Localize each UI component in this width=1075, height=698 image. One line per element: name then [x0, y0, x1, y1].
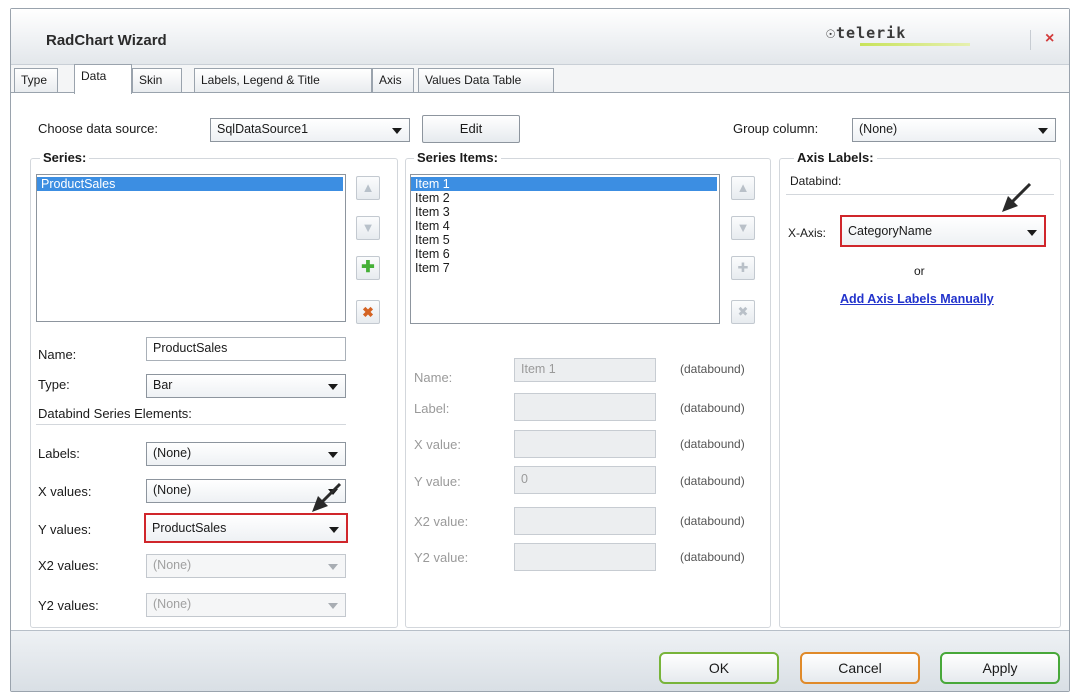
- axis-databind-label: Databind:: [790, 174, 842, 188]
- chevron-down-icon: [1038, 128, 1048, 134]
- add-icon: ✚: [731, 256, 755, 280]
- group-column-value: (None): [859, 122, 898, 136]
- yvalues-value: ProductSales: [152, 521, 227, 535]
- x2values-value: (None): [153, 558, 192, 572]
- databound-text: (databound): [680, 474, 745, 488]
- series-name-label: Name:: [38, 347, 77, 362]
- chevron-down-icon: [328, 603, 338, 609]
- axis-labels-title: Axis Labels:: [794, 150, 877, 165]
- item-y2value-label: Y2 value:: [414, 550, 469, 565]
- databound-text: (databound): [680, 401, 745, 415]
- x2values-combo: (None): [146, 554, 346, 578]
- databound-text: (databound): [680, 514, 745, 528]
- apply-button[interactable]: Apply: [940, 652, 1060, 684]
- item-xvalue-input: [514, 430, 656, 458]
- tab-skin[interactable]: Skin: [132, 68, 182, 92]
- item-label-input: [514, 393, 656, 421]
- datasource-value: SqlDataSource1: [217, 122, 309, 136]
- pointer-arrow-icon: [1002, 182, 1032, 212]
- item-xvalue-label: X value:: [414, 437, 461, 452]
- datasource-label: Choose data source:: [38, 121, 158, 136]
- y2values-combo: (None): [146, 593, 346, 617]
- list-item[interactable]: Item 2: [411, 191, 450, 205]
- y2values-label: Y2 values:: [38, 598, 99, 613]
- move-down-icon[interactable]: ▼: [356, 216, 380, 240]
- y2values-value: (None): [153, 597, 192, 611]
- chevron-down-icon: [329, 527, 339, 533]
- tab-axis[interactable]: Axis: [372, 68, 414, 92]
- item-y2value-input: [514, 543, 656, 571]
- yvalues-combo[interactable]: ProductSales: [144, 513, 348, 543]
- databound-text: (databound): [680, 550, 745, 564]
- tab-values-data-table[interactable]: Values Data Table: [418, 68, 554, 92]
- window-title: RadChart Wizard: [46, 32, 167, 49]
- tab-type[interactable]: Type: [14, 68, 58, 92]
- yvalues-label: Y values:: [38, 522, 92, 537]
- chevron-down-icon: [328, 564, 338, 570]
- databind-series-elements-label: Databind Series Elements:: [38, 406, 192, 421]
- list-item[interactable]: Item 1: [411, 177, 717, 191]
- item-name-input: Item 1: [514, 358, 656, 382]
- list-item[interactable]: Item 7: [411, 261, 450, 275]
- xvalues-value: (None): [153, 483, 192, 497]
- edit-button[interactable]: Edit: [422, 115, 520, 143]
- divider: [36, 424, 346, 425]
- tab-labels-legend-title[interactable]: Labels, Legend & Title: [194, 68, 372, 92]
- series-listbox[interactable]: ProductSales: [36, 174, 346, 322]
- series-title: Series:: [40, 150, 90, 165]
- list-item[interactable]: Item 3: [411, 205, 450, 219]
- xvalues-label: X values:: [38, 484, 92, 499]
- move-down-icon: ▼: [731, 216, 755, 240]
- move-up-icon[interactable]: ▲: [356, 176, 380, 200]
- labels-label: Labels:: [38, 446, 80, 461]
- pointer-arrow-icon: [312, 482, 342, 512]
- title-separator: [1030, 30, 1031, 50]
- telerik-logo: ☉telerik: [826, 24, 907, 42]
- list-item[interactable]: Item 6: [411, 247, 450, 261]
- labels-value: (None): [153, 446, 192, 460]
- series-type-combo[interactable]: Bar: [146, 374, 346, 398]
- delete-icon: ✖: [731, 300, 755, 324]
- item-x2value-input: [514, 507, 656, 535]
- item-yvalue-label: Y value:: [414, 474, 461, 489]
- labels-combo[interactable]: (None): [146, 442, 346, 466]
- logo-underline: [860, 43, 970, 46]
- add-axis-labels-manually-link[interactable]: Add Axis Labels Manually: [840, 292, 994, 306]
- list-item[interactable]: ProductSales: [37, 177, 343, 191]
- xaxis-value: CategoryName: [848, 224, 933, 238]
- chevron-down-icon: [328, 452, 338, 458]
- chevron-down-icon: [392, 128, 402, 134]
- delete-icon[interactable]: ✖: [356, 300, 380, 324]
- close-icon[interactable]: ×: [1045, 30, 1054, 48]
- item-yvalue-input: 0: [514, 466, 656, 494]
- move-up-icon: ▲: [731, 176, 755, 200]
- series-type-value: Bar: [153, 378, 173, 392]
- tab-data[interactable]: Data: [74, 64, 132, 94]
- series-name-input[interactable]: ProductSales: [146, 337, 346, 361]
- or-text: or: [914, 264, 925, 278]
- list-item[interactable]: Item 5: [411, 233, 450, 247]
- series-type-label: Type:: [38, 377, 70, 392]
- item-x2value-label: X2 value:: [414, 514, 469, 529]
- cancel-button[interactable]: Cancel: [800, 652, 920, 684]
- databound-text: (databound): [680, 437, 745, 451]
- databound-text: (databound): [680, 362, 745, 376]
- brand-text: telerik: [836, 24, 907, 42]
- series-items-title: Series Items:: [414, 150, 501, 165]
- datasource-combo[interactable]: SqlDataSource1: [210, 118, 410, 142]
- ok-button[interactable]: OK: [659, 652, 779, 684]
- chevron-down-icon: [1027, 230, 1037, 236]
- add-icon[interactable]: ✚: [356, 256, 380, 280]
- x2values-label: X2 values:: [38, 558, 99, 573]
- chevron-down-icon: [328, 384, 338, 390]
- list-item[interactable]: Item 4: [411, 219, 450, 233]
- group-column-combo[interactable]: (None): [852, 118, 1056, 142]
- xaxis-label: X-Axis:: [788, 226, 827, 240]
- group-column-label: Group column:: [733, 121, 819, 136]
- item-name-label: Name:: [414, 370, 453, 385]
- item-label-label: Label:: [414, 401, 450, 416]
- xaxis-combo[interactable]: CategoryName: [840, 215, 1046, 247]
- series-items-listbox[interactable]: Item 1 Item 2 Item 3 Item 4 Item 5 Item …: [410, 174, 720, 324]
- title-bar: [11, 9, 1069, 65]
